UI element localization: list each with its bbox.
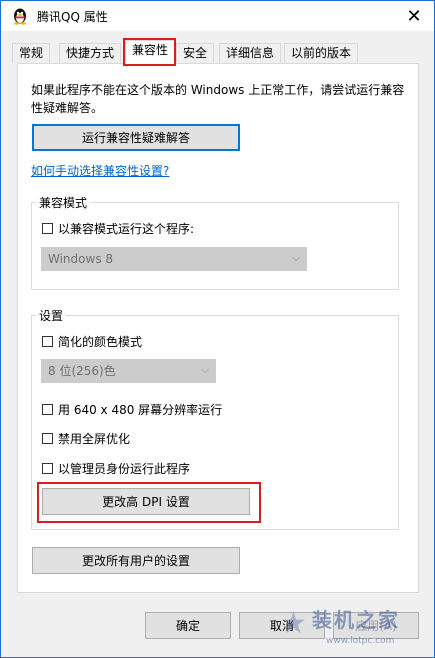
reduced-color-label: 简化的颜色模式 xyxy=(58,335,143,349)
compat-mode-checkbox-label: 以兼容模式运行这个程序: xyxy=(58,222,195,236)
disable-fullscreen-checkbox[interactable] xyxy=(42,433,53,444)
close-icon: ✕ xyxy=(406,5,422,27)
compat-mode-checkbox[interactable] xyxy=(42,223,53,234)
close-button[interactable]: ✕ xyxy=(397,3,431,29)
watermark: ★ 装机之家 www.lotpc.com xyxy=(272,600,432,656)
tab-strip: 常规 快捷方式 兼容性 安全 详细信息 以前的版本 xyxy=(12,40,422,64)
color-depth-select: 8 位(256)色 ⌵ xyxy=(41,359,216,383)
compat-mode-group xyxy=(31,202,399,290)
reduced-color-row[interactable]: 简化的颜色模式 xyxy=(42,333,142,350)
window-title: 腾讯QQ 属性 xyxy=(37,10,108,24)
watermark-url: www.lotpc.com xyxy=(326,636,395,646)
tab-highlight-box xyxy=(123,38,176,66)
troubleshoot-button[interactable]: 运行兼容性疑难解答 xyxy=(32,124,240,151)
qq-penguin-icon xyxy=(11,7,29,25)
run-as-admin-checkbox[interactable] xyxy=(42,463,53,474)
disable-fullscreen-label: 禁用全屏优化 xyxy=(58,432,131,446)
watermark-star-icon: ★ xyxy=(280,606,307,641)
res-640-row[interactable]: 用 640 x 480 屏幕分辨率运行 xyxy=(42,401,222,418)
reduced-color-checkbox[interactable] xyxy=(42,336,53,347)
color-depth-select-value: 8 位(256)色 xyxy=(48,364,116,378)
ok-button[interactable]: 确定 xyxy=(145,612,231,639)
manual-settings-link[interactable]: 如何手动选择兼容性设置? xyxy=(31,162,169,179)
change-dpi-button[interactable]: 更改高 DPI 设置 xyxy=(42,488,250,515)
disable-fullscreen-row[interactable]: 禁用全屏优化 xyxy=(42,430,130,447)
chevron-down-icon: ⌵ xyxy=(292,253,300,264)
tab-general[interactable]: 常规 xyxy=(12,43,51,63)
watermark-text: 装机之家 xyxy=(312,608,400,632)
compat-info-text: 如果此程序不能在这个版本的 Windows 上正常工作，请尝试运行兼容性疑难解答… xyxy=(31,83,405,115)
compat-mode-checkbox-row[interactable]: 以兼容模式运行这个程序: xyxy=(42,220,194,237)
res-640-checkbox[interactable] xyxy=(42,404,53,415)
chevron-down-icon: ⌵ xyxy=(201,365,209,376)
settings-group-label: 设置 xyxy=(36,307,67,324)
tab-previous-versions[interactable]: 以前的版本 xyxy=(284,43,359,63)
tab-shortcut[interactable]: 快捷方式 xyxy=(59,43,122,63)
title-bar[interactable]: 腾讯QQ 属性 ✕ xyxy=(1,1,434,31)
os-version-select-value: Windows 8 xyxy=(48,252,114,266)
tab-details[interactable]: 详细信息 xyxy=(219,43,282,63)
all-users-button[interactable]: 更改所有用户的设置 xyxy=(32,547,240,574)
compat-mode-group-label: 兼容模式 xyxy=(36,194,91,211)
res-640-label: 用 640 x 480 屏幕分辨率运行 xyxy=(58,403,223,417)
os-version-select: Windows 8 ⌵ xyxy=(41,247,307,271)
run-as-admin-label: 以管理员身份运行此程序 xyxy=(58,462,191,476)
run-as-admin-row[interactable]: 以管理员身份运行此程序 xyxy=(42,460,190,477)
tab-security[interactable]: 安全 xyxy=(176,43,215,63)
